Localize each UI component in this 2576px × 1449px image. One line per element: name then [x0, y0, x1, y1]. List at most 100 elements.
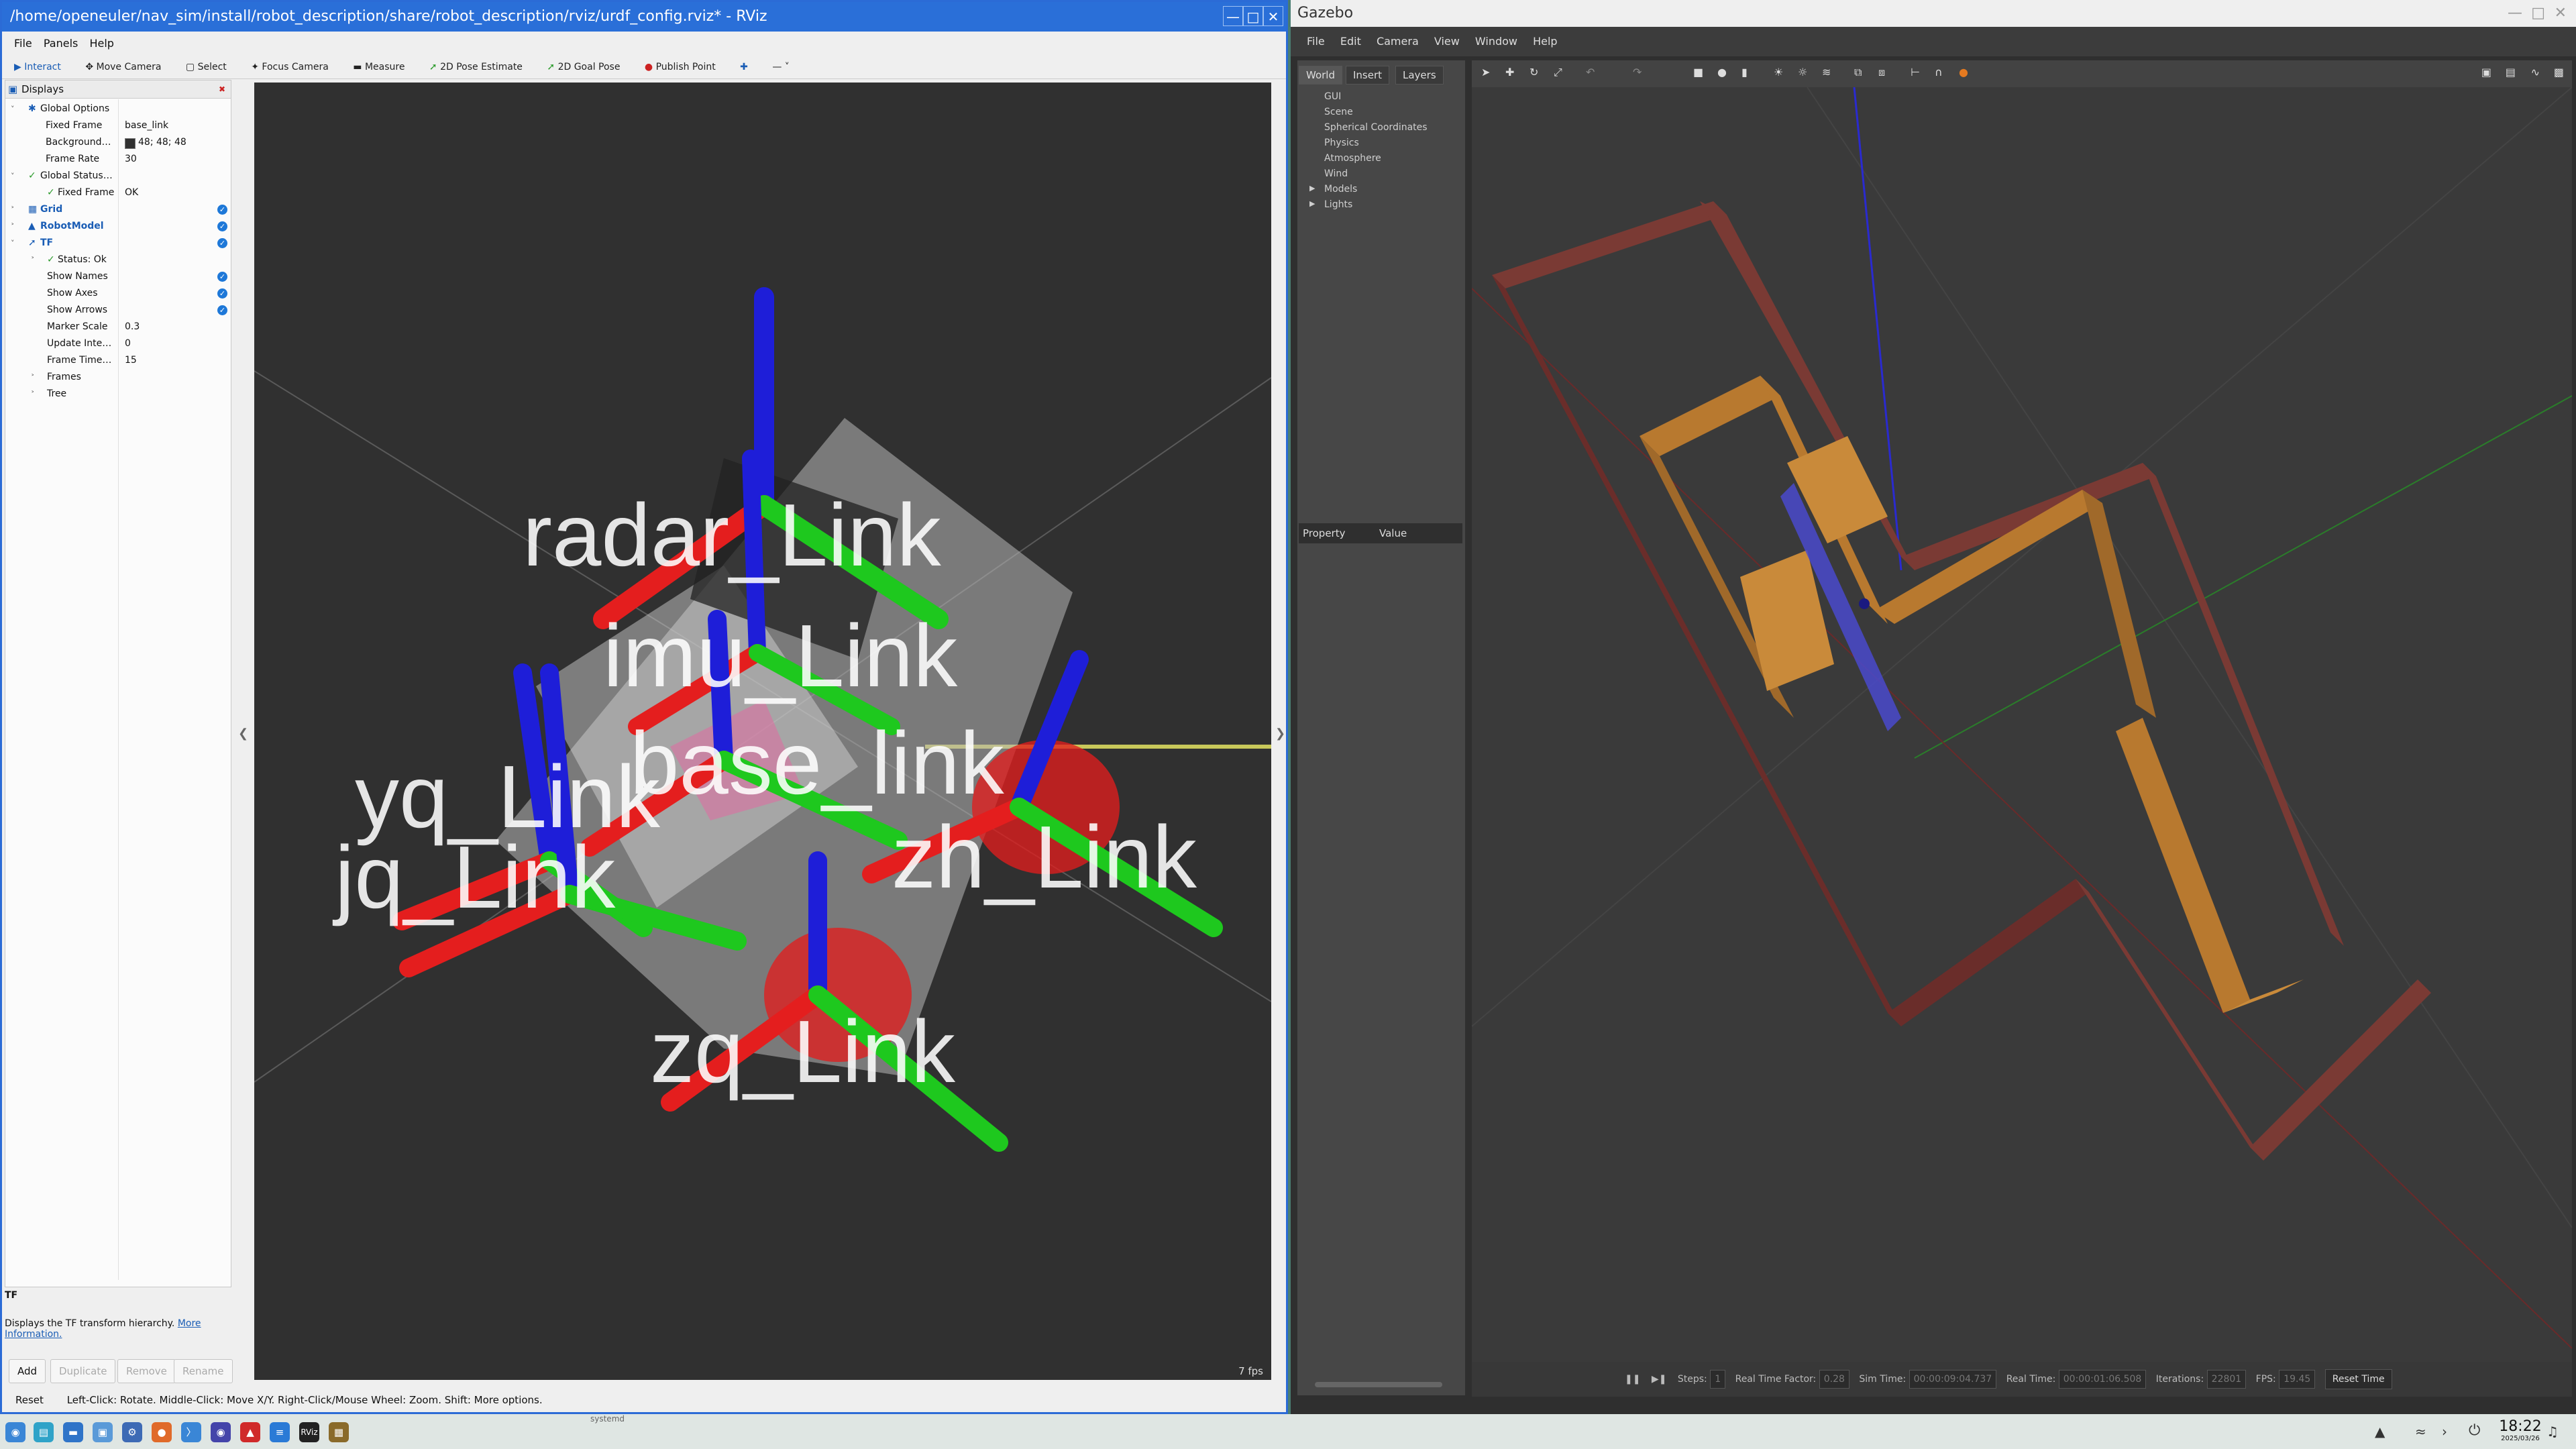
select-mode-icon[interactable]: ➤ [1481, 66, 1490, 78]
gazebo-3d-view[interactable] [1472, 87, 2572, 1362]
app-red-icon[interactable]: ▲ [240, 1422, 260, 1442]
update-interval-value[interactable]: 0 [125, 335, 131, 352]
file-manager-icon[interactable]: ▤ [34, 1422, 54, 1442]
tree-grid[interactable]: ˃ ▦ Grid ✓ [5, 201, 231, 218]
desktop-icon[interactable]: ▬ [63, 1422, 83, 1442]
expand-icon[interactable]: ˃ [11, 201, 15, 218]
rviz-3d-viewport[interactable]: radar_Link imu_Link base_link yq_Link jq… [254, 83, 1271, 1380]
rotate-icon[interactable]: ↻ [1529, 66, 1538, 78]
panel-scrollbar[interactable] [1315, 1382, 1442, 1387]
tree-fixed-frame[interactable]: Fixed Frame base_link [5, 117, 231, 134]
translate-icon[interactable]: ✚ [1505, 66, 1514, 78]
align-icon[interactable]: ⊢ [1911, 66, 1920, 78]
sphere-icon[interactable]: ● [1717, 66, 1727, 78]
paste-icon[interactable]: ⧈ [1878, 66, 1885, 79]
reset-button[interactable]: Reset [15, 1394, 44, 1406]
tab-layers[interactable]: Layers [1395, 66, 1444, 85]
marker-scale-value[interactable]: 0.3 [125, 319, 140, 335]
pose-estimate-tool[interactable]: ➚ 2D Pose Estimate [417, 56, 532, 78]
world-item-gui[interactable]: GUI [1324, 91, 1341, 102]
world-item-spherical[interactable]: Spherical Coordinates [1324, 122, 1428, 133]
minimize-icon[interactable]: — [1223, 6, 1243, 26]
tree-global-status[interactable]: ˅ ✓ Global Status… [5, 168, 231, 184]
gazebo-taskbar-icon[interactable]: ▦ [329, 1422, 349, 1442]
add-tool-icon[interactable]: ✚ [728, 56, 757, 78]
cylinder-icon[interactable]: ▮ [1741, 66, 1748, 78]
expand-icon[interactable]: ˃ [31, 252, 35, 268]
terminal-icon[interactable]: 〉 [181, 1422, 201, 1442]
world-item-scene[interactable]: Scene [1324, 107, 1353, 117]
frame-timeout-value[interactable]: 15 [125, 352, 137, 369]
grid-checkbox[interactable]: ✓ [217, 205, 227, 215]
plot-icon[interactable]: ∿ [2531, 66, 2540, 78]
box-icon[interactable]: ■ [1693, 66, 1703, 78]
steps-value[interactable]: 1 [1710, 1370, 1726, 1389]
video-icon[interactable]: ▩ [2554, 66, 2564, 78]
code-icon[interactable]: ≡ [270, 1422, 290, 1442]
start-menu-icon[interactable]: ◉ [5, 1422, 25, 1442]
goal-pose-tool[interactable]: ➚ 2D Goal Pose [535, 56, 629, 78]
expand-icon[interactable]: ▶ [1309, 184, 1315, 193]
tree-show-names[interactable]: Show Names ✓ [5, 268, 231, 285]
interact-tool[interactable]: ▶ Interact [2, 56, 70, 78]
close-icon[interactable]: ✕ [2555, 0, 2567, 27]
redo-icon[interactable]: ↷ [1633, 66, 1642, 78]
scale-icon[interactable]: ⤢ [1554, 66, 1562, 79]
tree-tree[interactable]: ˃ Tree [5, 386, 231, 402]
world-item-atmosphere[interactable]: Atmosphere [1324, 153, 1381, 164]
collapse-icon[interactable]: ˅ [11, 168, 15, 184]
gz-menu-edit[interactable]: Edit [1332, 27, 1365, 56]
expand-icon[interactable]: ▶ [1309, 199, 1315, 208]
maximize-icon[interactable]: □ [2531, 0, 2545, 27]
snap-icon[interactable]: ∩ [1935, 66, 1943, 78]
tree-global-options[interactable]: ˅ ✱ Global Options [5, 101, 231, 117]
tree-robot-model[interactable]: ˃ ▲ RobotModel ✓ [5, 218, 231, 235]
tree-status-fixed-frame[interactable]: ✓ Fixed Frame OK [5, 184, 231, 201]
color-icon[interactable]: ● [1959, 66, 1968, 78]
frame-rate-value[interactable]: 30 [125, 151, 137, 168]
remove-button[interactable]: Remove [117, 1359, 176, 1383]
screenshot-icon[interactable]: ▣ [2481, 66, 2491, 78]
point-light-icon[interactable]: ☀ [1774, 66, 1783, 78]
show-names-checkbox[interactable]: ✓ [217, 272, 227, 282]
world-item-lights[interactable]: ▶ Lights [1309, 199, 1352, 210]
show-axes-checkbox[interactable]: ✓ [217, 288, 227, 299]
tree-frame-timeout[interactable]: Frame Time… 15 [5, 352, 231, 369]
pause-icon[interactable]: ❚❚ [1625, 1374, 1640, 1385]
tree-show-axes[interactable]: Show Axes ✓ [5, 285, 231, 302]
world-item-physics[interactable]: Physics [1324, 138, 1359, 148]
world-item-wind[interactable]: Wind [1324, 168, 1348, 179]
step-icon[interactable]: ▶❚ [1652, 1374, 1667, 1385]
spot-light-icon[interactable]: ☼ [1798, 66, 1807, 78]
menu-panels[interactable]: Panels [40, 32, 83, 56]
collapse-icon[interactable]: ˅ [11, 101, 15, 117]
expand-icon[interactable]: ˃ [31, 386, 35, 402]
store-icon[interactable]: ▣ [93, 1422, 113, 1442]
tree-update-interval[interactable]: Update Inte… 0 [5, 335, 231, 352]
gz-menu-view[interactable]: View [1426, 27, 1464, 56]
tab-world[interactable]: World [1299, 66, 1342, 85]
collapse-right-icon[interactable]: ❯ [1275, 727, 1285, 741]
move-camera-tool[interactable]: ✥ Move Camera [73, 56, 170, 78]
close-icon[interactable]: ✕ [1263, 6, 1283, 26]
tree-background[interactable]: Background… 48; 48; 48 [5, 134, 231, 151]
directional-light-icon[interactable]: ≋ [1822, 66, 1831, 78]
tool-options-icon[interactable]: — ˅ [760, 56, 798, 78]
fixed-frame-value[interactable]: base_link [125, 117, 168, 134]
focus-camera-tool[interactable]: ✦ Focus Camera [239, 56, 338, 78]
rename-button[interactable]: Rename [174, 1359, 233, 1383]
tree-tf-status[interactable]: ˃ ✓ Status: Ok [5, 252, 231, 268]
menu-help[interactable]: Help [85, 32, 117, 56]
robot-model-checkbox[interactable]: ✓ [217, 221, 227, 231]
tree-marker-scale[interactable]: Marker Scale 0.3 [5, 319, 231, 335]
measure-tool[interactable]: ▬ Measure [341, 56, 414, 78]
wifi-icon[interactable]: ≈ [2415, 1424, 2426, 1440]
gz-menu-help[interactable]: Help [1525, 27, 1561, 56]
panel-close-icon[interactable]: ✖ [219, 80, 225, 98]
tree-frame-rate[interactable]: Frame Rate 30 [5, 151, 231, 168]
copy-icon[interactable]: ⧉ [1854, 66, 1862, 79]
notification-icon[interactable]: ♫ [2546, 1424, 2559, 1440]
network-icon[interactable]: ▲ [2375, 1424, 2385, 1440]
maximize-icon[interactable]: □ [1243, 6, 1263, 26]
select-tool[interactable]: ▢ Select [174, 56, 236, 78]
